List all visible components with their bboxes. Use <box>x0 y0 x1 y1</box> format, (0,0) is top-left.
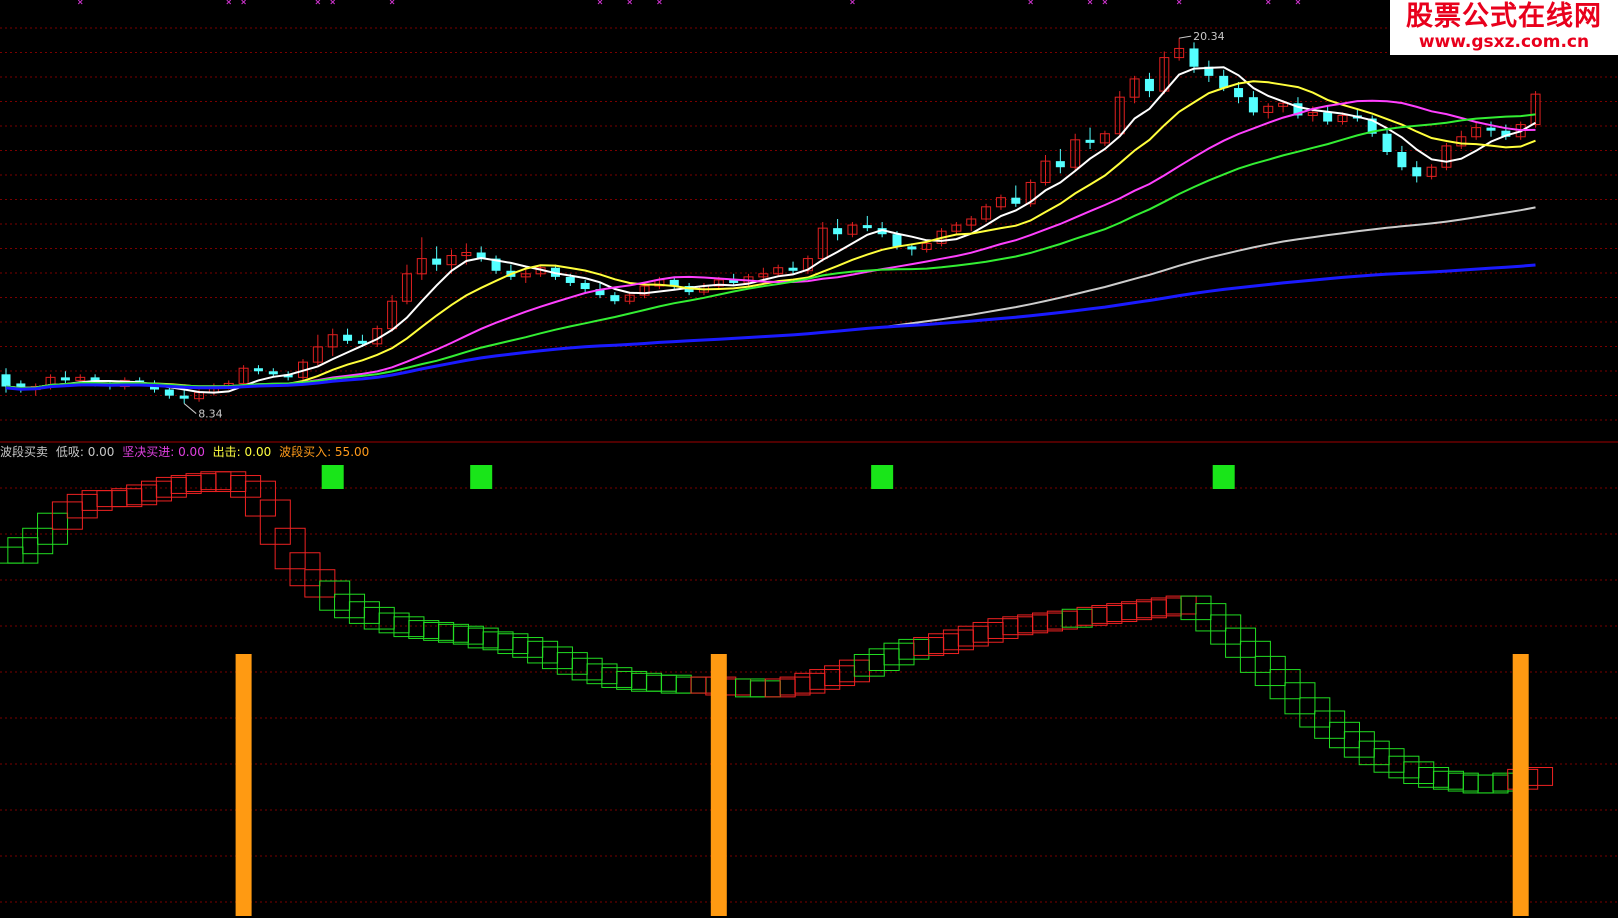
buy-bars <box>235 654 1529 916</box>
wave-boxes <box>0 471 1554 794</box>
candle-body <box>862 225 872 229</box>
price-label-leader <box>1179 35 1192 39</box>
candle-body <box>1323 112 1333 122</box>
candle-body <box>1011 197 1021 204</box>
top-tick-marker <box>850 0 855 5</box>
candle-body <box>1055 161 1065 168</box>
price-label: 8.34 <box>198 408 223 421</box>
top-tick-marker <box>226 0 232 5</box>
candle-body <box>1144 78 1154 92</box>
price-labels: 20.34 8.34 <box>183 30 1225 421</box>
legend-bodui: 波段买入: 55.00 <box>279 445 370 459</box>
candle-body <box>1085 139 1095 143</box>
top-tick-marker <box>1028 0 1034 5</box>
candle-body <box>580 282 590 290</box>
candle-body <box>892 234 902 247</box>
top-tick-marker <box>330 0 336 5</box>
top-tick-marker <box>315 0 321 5</box>
candle-body <box>788 267 798 271</box>
wave-box <box>0 546 24 564</box>
top-tick-marker <box>1295 0 1301 5</box>
candle-body <box>1234 88 1244 98</box>
top-tick-marker <box>241 0 246 5</box>
candle-body <box>833 228 843 235</box>
candle-body <box>907 246 917 250</box>
sell-signal <box>871 465 894 489</box>
candlestick-series <box>1 38 1541 404</box>
watermark-url: www.gsxz.com.cn <box>1418 32 1590 52</box>
watermark-logo: 股票公式在线网 www.gsxz.com.cn <box>1390 0 1618 55</box>
legend-title: 波段买卖 <box>0 445 49 459</box>
candle-body <box>1382 133 1392 152</box>
legend-chuji: 出击: 0.00 <box>212 445 272 459</box>
buy-bar <box>710 654 727 916</box>
top-tick-marker <box>597 0 603 5</box>
candle-body <box>268 371 278 375</box>
top-tick-marker <box>77 0 83 5</box>
ma1-line <box>5 66 1536 394</box>
candle-body <box>1248 97 1258 113</box>
candle-body <box>1486 127 1496 131</box>
candle-body <box>179 395 189 399</box>
ma5-line <box>5 206 1536 391</box>
top-markers <box>77 0 1301 5</box>
candle-body <box>343 334 353 341</box>
candle-body <box>1397 152 1407 168</box>
ma2-line <box>5 80 1536 390</box>
top-tick-marker <box>657 0 662 5</box>
sell-signal <box>321 465 344 489</box>
sell-signals <box>321 465 1235 489</box>
candle-body <box>60 377 70 381</box>
candle-body <box>432 258 442 265</box>
moving-averages <box>5 66 1536 394</box>
buy-bar <box>1512 654 1529 916</box>
sell-signal <box>1212 465 1235 489</box>
candle-body <box>565 276 575 283</box>
top-tick-marker <box>627 0 633 5</box>
top-tick-marker <box>389 0 395 5</box>
candle-body <box>1 374 11 387</box>
candle-body <box>1189 48 1199 67</box>
top-tick-marker <box>1265 0 1271 5</box>
price-grid <box>0 27 1618 421</box>
candle-body <box>610 295 620 302</box>
candle-body <box>164 389 174 396</box>
candle-body <box>1412 167 1422 177</box>
ma3-line <box>5 99 1536 390</box>
price-label-leader <box>183 403 197 414</box>
sell-signal <box>470 465 493 489</box>
price-label: 20.34 <box>1193 30 1225 43</box>
buy-bar <box>235 654 252 916</box>
watermark-site-name: 股票公式在线网 <box>1406 1 1602 32</box>
top-tick-marker <box>1087 0 1093 5</box>
indicator-legend: 波段买卖 低吸: 0.00 坚决买进: 0.00 出击: 0.00 波段买入: … <box>0 444 373 460</box>
legend-dixi: 低吸: 0.00 <box>55 445 115 459</box>
top-tick-marker <box>1176 0 1182 5</box>
legend-jianjue: 坚决买进: 0.00 <box>122 445 205 459</box>
top-tick-marker <box>1102 0 1108 5</box>
candle-body <box>253 368 263 372</box>
